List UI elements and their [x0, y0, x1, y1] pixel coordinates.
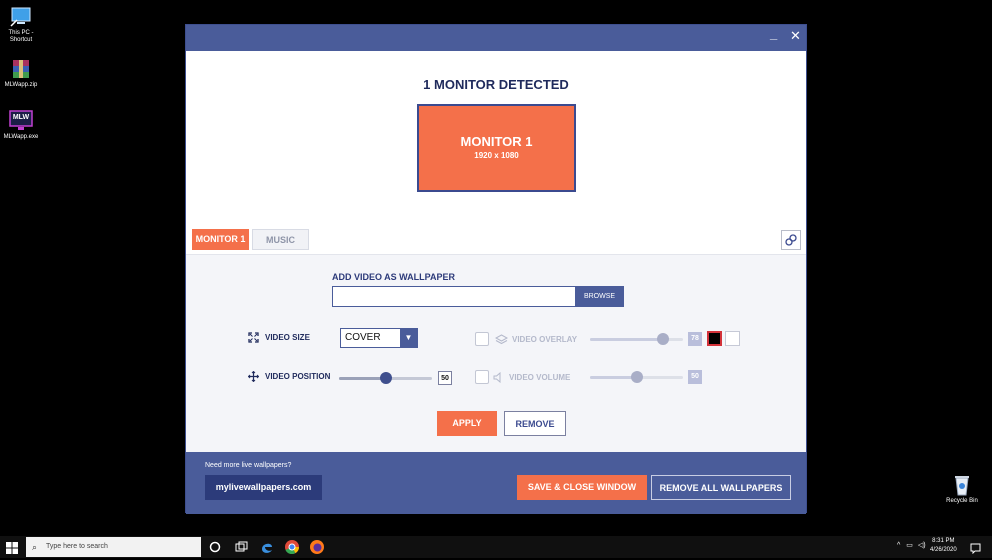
- clock-date: 4/26/2020: [930, 547, 957, 553]
- chevron-down-icon: ▼: [400, 329, 417, 347]
- video-volume-value: 50: [688, 370, 702, 384]
- windows-start-icon[interactable]: [6, 541, 18, 559]
- video-size-value: COVER: [345, 332, 381, 343]
- tab-monitor-1[interactable]: MONITOR 1: [192, 229, 249, 250]
- video-volume-slider[interactable]: [590, 371, 683, 383]
- chevron-up-icon[interactable]: ^: [897, 542, 900, 549]
- app-window: _ ✕ 1 MONITOR DETECTED MONITOR 1 1920 x …: [185, 24, 807, 514]
- monitor-detected-heading: 1 MONITOR DETECTED: [423, 77, 569, 92]
- volume-icon[interactable]: ◁): [918, 542, 926, 549]
- overlay-color-black-swatch[interactable]: [707, 331, 722, 346]
- video-volume-label: VIDEO VOLUME: [509, 373, 571, 382]
- add-video-label: ADD VIDEO AS WALLPAPER: [332, 272, 456, 282]
- video-overlay-label: VIDEO OVERLAY: [512, 335, 578, 344]
- computer-icon: [9, 6, 33, 28]
- video-path-input[interactable]: [332, 286, 576, 307]
- mlw-badge-text: MLW: [12, 114, 30, 121]
- wallpaper-settings-panel: ADD VIDEO AS WALLPAPER BROWSE VIDEO SIZE…: [186, 254, 806, 453]
- remove-button[interactable]: REMOVE: [504, 411, 566, 436]
- link-icon: [785, 234, 797, 246]
- tab-music[interactable]: MUSIC: [252, 229, 309, 250]
- browse-button[interactable]: BROWSE: [575, 286, 624, 307]
- video-overlay-value: 78: [688, 332, 702, 346]
- video-overlay-slider[interactable]: [590, 333, 683, 345]
- firefox-browser-icon[interactable]: [309, 539, 325, 555]
- video-position-label: VIDEO POSITION: [265, 372, 331, 381]
- slider-fill: [590, 376, 637, 379]
- minimize-button[interactable]: _: [770, 26, 777, 41]
- video-size-label: VIDEO SIZE: [265, 333, 310, 342]
- recycle-bin-icon: [950, 474, 974, 496]
- video-volume-row-label: VIDEO VOLUME: [493, 372, 570, 383]
- desktop-icon-mlwapp-exe[interactable]: MLW MLWapp.exe: [2, 110, 40, 141]
- video-position-row-label: VIDEO POSITION: [248, 371, 330, 382]
- taskbar-search-placeholder: Type here to search: [46, 543, 108, 550]
- desktop-icon-label: Recycle Bin: [946, 498, 978, 504]
- video-position-value: 50: [438, 371, 452, 385]
- video-position-slider[interactable]: [339, 372, 432, 384]
- desktop-icon-mlwapp-zip[interactable]: MLWapp.zip: [2, 58, 40, 89]
- apply-button[interactable]: APPLY: [437, 411, 497, 436]
- taskbar: ⌕ Type here to search ^ ▭ ◁) 8:31 PM 4/2…: [0, 536, 992, 558]
- need-more-text: Need more live wallpapers?: [205, 462, 292, 469]
- task-view-icon[interactable]: [233, 539, 249, 555]
- network-icon[interactable]: ▭: [906, 542, 913, 549]
- expand-icon: [248, 332, 259, 343]
- search-icon: ⌕: [32, 542, 38, 552]
- desktop-icon-this-pc[interactable]: This PC - Shortcut: [2, 6, 40, 44]
- remove-all-wallpapers-button[interactable]: REMOVE ALL WALLPAPERS: [651, 475, 791, 500]
- layers-icon: [495, 334, 508, 345]
- monitor-name: MONITOR 1: [460, 134, 533, 149]
- system-tray-icons[interactable]: ^ ▭ ◁): [897, 541, 926, 549]
- title-bar[interactable]: _ ✕: [186, 25, 806, 51]
- desktop-icon-label: MLWapp.exe: [3, 134, 39, 140]
- slider-thumb[interactable]: [379, 372, 392, 384]
- edge-browser-icon[interactable]: [259, 539, 275, 555]
- video-size-row-label: VIDEO SIZE: [248, 332, 310, 343]
- video-size-select[interactable]: COVER ▼: [340, 328, 418, 348]
- video-volume-checkbox[interactable]: [475, 370, 489, 384]
- slider-thumb[interactable]: [630, 371, 643, 383]
- footer-bar: Need more live wallpapers? mylivewallpap…: [186, 452, 806, 514]
- move-icon: [248, 371, 259, 382]
- link-settings-button[interactable]: [781, 230, 801, 250]
- desktop-icon-recycle-bin[interactable]: Recycle Bin: [942, 474, 982, 505]
- video-overlay-checkbox[interactable]: [475, 332, 489, 346]
- monitor-1-tile[interactable]: MONITOR 1 1920 x 1080: [417, 104, 576, 192]
- taskbar-clock[interactable]: 8:31 PM 4/26/2020: [930, 537, 957, 555]
- slider-thumb[interactable]: [656, 333, 669, 345]
- slider-fill: [339, 377, 386, 380]
- cortana-icon[interactable]: [207, 539, 223, 555]
- speaker-icon: [493, 372, 501, 383]
- taskbar-search-box[interactable]: ⌕ Type here to search: [26, 537, 201, 557]
- overlay-color-white-swatch[interactable]: [725, 331, 740, 346]
- winrar-archive-icon: [9, 58, 33, 80]
- video-overlay-row-label: VIDEO OVERLAY: [495, 334, 577, 345]
- notification-center-icon[interactable]: [970, 541, 981, 559]
- desktop-icon-label: MLWapp.zip: [4, 82, 38, 88]
- close-button[interactable]: ✕: [790, 28, 801, 44]
- clock-time: 8:31 PM: [932, 538, 955, 544]
- save-and-close-button[interactable]: SAVE & CLOSE WINDOW: [517, 475, 647, 500]
- desktop-icon-label: This PC - Shortcut: [8, 30, 34, 43]
- mlw-app-icon: MLW: [9, 110, 33, 132]
- slider-fill: [590, 338, 663, 341]
- website-link-button[interactable]: mylivewallpapers.com: [205, 475, 322, 500]
- monitor-resolution: 1920 x 1080: [474, 151, 519, 160]
- chrome-browser-icon[interactable]: [284, 539, 300, 555]
